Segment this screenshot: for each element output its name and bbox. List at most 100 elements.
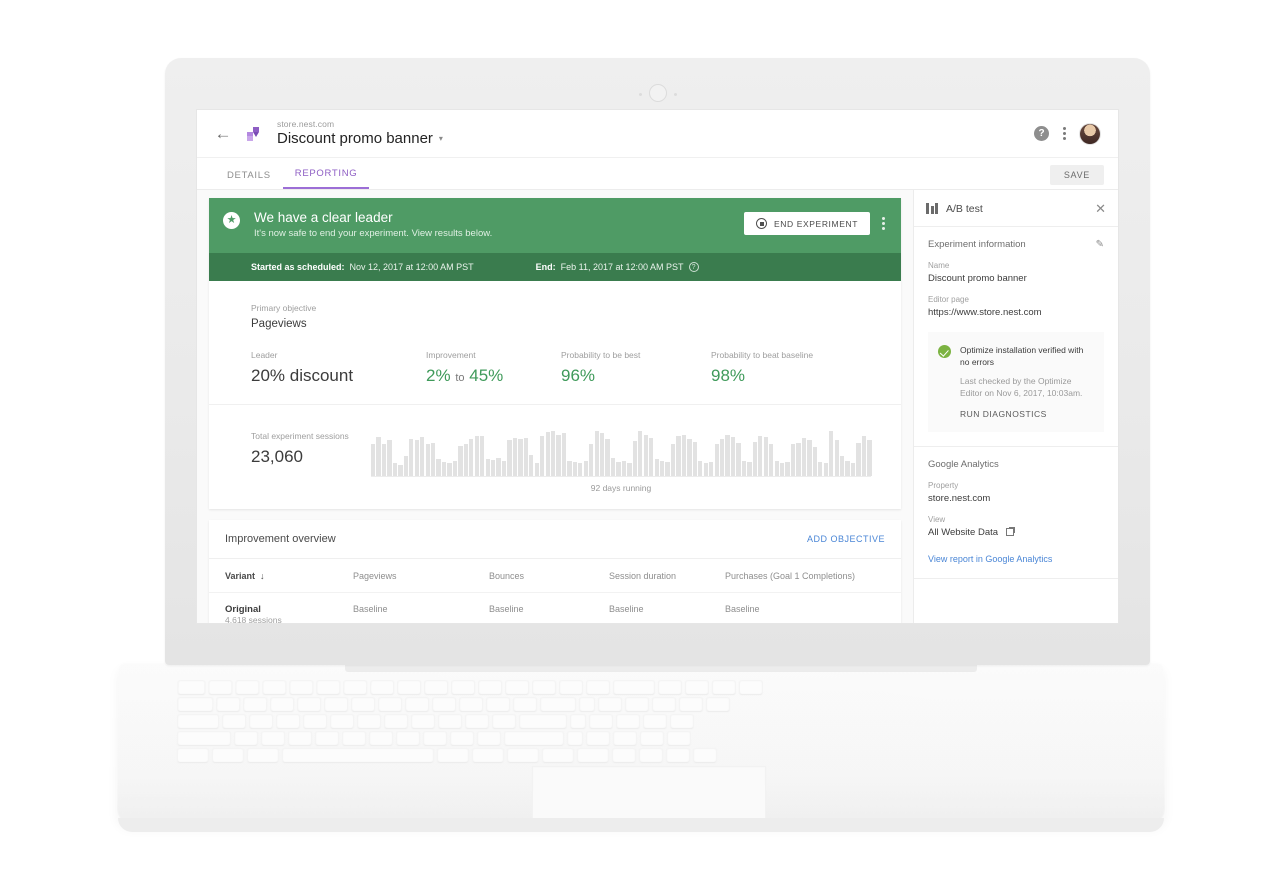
metric-prob-best-label: Probability to be best	[561, 350, 641, 360]
end-experiment-label: END EXPERIMENT	[774, 218, 858, 229]
screen: ← store.nest.com Discount promo banner ▾	[197, 110, 1118, 623]
bar-58	[681, 435, 687, 476]
app-bar-actions: ?	[1034, 123, 1104, 144]
sessions-label: Total experiment sessions	[251, 431, 349, 441]
help-icon[interactable]: ?	[1034, 126, 1049, 141]
keyboard-key	[567, 732, 583, 745]
result-subheading: It's now safe to end your experiment. Vi…	[254, 228, 493, 239]
back-arrow-icon[interactable]: ←	[211, 124, 235, 144]
metric-leader-label: Leader	[251, 350, 278, 360]
page-title[interactable]: Discount promo banner ▾	[277, 130, 443, 147]
end-experiment-button[interactable]: END EXPERIMENT	[744, 212, 870, 235]
table-row[interactable]: Original 4,618 sessions Baseline Baselin…	[209, 593, 901, 623]
run-diagnostics-button[interactable]: RUN DIAGNOSTICS	[960, 409, 1092, 419]
keyboard-key	[639, 748, 663, 763]
metric-row: Leader 20% discount Improvement 2% to 45…	[251, 350, 885, 386]
sessions-summary: Total experiment sessions 23,060	[251, 425, 371, 467]
keyboard-key	[315, 732, 339, 745]
edit-pencil-icon[interactable]: ✎	[1096, 239, 1104, 250]
bar-64	[714, 444, 719, 476]
keyboard-key	[487, 698, 510, 712]
bar-10	[420, 437, 425, 476]
editor-page-value: https://www.store.nest.com	[928, 307, 1042, 318]
schedule-end-value: Feb 11, 2017 at 12:00 AM PST	[560, 262, 684, 272]
experiment-information-section: Experiment information ✎ Name Discount p…	[914, 227, 1118, 448]
keyboard-key	[439, 715, 462, 729]
installation-headline: Optimize installation verified with no e…	[960, 345, 1084, 368]
chevron-down-icon: ▾	[438, 133, 443, 143]
keyboard-key	[352, 698, 375, 712]
keyboard-key	[641, 732, 664, 745]
keyboard-key	[433, 698, 456, 712]
keyboard-key	[670, 715, 693, 729]
add-objective-button[interactable]: ADD OBJECTIVE	[807, 534, 885, 544]
installation-status-text: Optimize installation verified with no e…	[960, 344, 1092, 419]
editor-page-label: Editor page	[928, 295, 969, 304]
bar-6	[398, 464, 403, 476]
column-header-bounces[interactable]: Bounces	[489, 571, 609, 581]
improvement-separator: to	[455, 372, 465, 384]
laptop-lid: ← store.nest.com Discount promo banner ▾	[165, 58, 1150, 665]
save-button[interactable]: SAVE	[1049, 165, 1104, 185]
column-header-session-duration[interactable]: Session duration	[609, 571, 725, 581]
open-external-icon[interactable]	[1005, 527, 1015, 537]
keyboard-key	[271, 698, 294, 712]
bar-11	[425, 444, 430, 476]
bar-40	[583, 460, 588, 476]
keyboard-key	[342, 732, 366, 745]
keyboard-key	[247, 748, 278, 763]
keyboard-key	[177, 732, 231, 745]
keyboard-key	[586, 732, 610, 745]
bar-57	[676, 436, 681, 476]
bar-51	[643, 435, 648, 476]
table-header-row: Variant ↓ Pageviews Bounces Session dura…	[209, 559, 901, 593]
metric-prob-best-value: 96%	[561, 366, 596, 385]
improvement-high: 45%	[469, 366, 504, 385]
column-header-purchases[interactable]: Purchases (Goal 1 Completions)	[725, 571, 885, 581]
keyboard-key	[450, 732, 474, 745]
keyboard-key	[667, 732, 691, 745]
app-bar: ← store.nest.com Discount promo banner ▾	[197, 110, 1118, 158]
view-report-link[interactable]: View report in Google Analytics	[928, 554, 1104, 564]
result-card: We have a clear leader It's now safe to …	[209, 198, 901, 509]
bar-81	[807, 440, 812, 476]
improvement-low: 2%	[426, 366, 451, 385]
bar-52	[649, 438, 654, 476]
banner-overflow-menu-icon[interactable]	[882, 217, 885, 230]
schedule-help-icon[interactable]: ?	[688, 262, 699, 272]
metrics-section: Primary objective Pageviews Leader 20% d…	[209, 281, 901, 405]
bar-54	[660, 460, 665, 476]
keyboard-key	[614, 681, 654, 695]
bar-31	[534, 462, 539, 476]
bar-9	[414, 440, 419, 476]
metric-prob-baseline: Probability to beat baseline 98%	[711, 350, 813, 386]
view-value-row: All Website Data	[928, 527, 1104, 538]
column-header-variant[interactable]: Variant ↓	[225, 571, 353, 581]
bar-70	[747, 461, 752, 476]
keyboard-key	[298, 698, 321, 712]
metric-prob-baseline-label: Probability to beat baseline	[711, 350, 814, 360]
overflow-menu-icon[interactable]	[1063, 127, 1066, 140]
body-area: We have a clear leader It's now safe to …	[197, 190, 1118, 623]
bar-60	[692, 442, 697, 476]
bar-20	[474, 436, 479, 476]
bar-84	[823, 462, 828, 476]
tab-details[interactable]: DETAILS	[215, 170, 283, 189]
keyboard-key	[667, 748, 690, 763]
laptop-base-foot	[118, 818, 1164, 832]
close-icon[interactable]: ✕	[1095, 202, 1106, 215]
bar-80	[801, 438, 807, 476]
keyboard-key	[234, 732, 258, 745]
keyboard-key	[477, 732, 501, 745]
bar-50	[638, 431, 643, 476]
keyboard-key	[325, 698, 348, 712]
column-header-pageviews[interactable]: Pageviews	[353, 571, 489, 581]
avatar[interactable]	[1080, 123, 1100, 144]
installation-status-box: Optimize installation verified with no e…	[928, 332, 1104, 433]
bar-19	[469, 439, 474, 476]
site-name: store.nest.com	[277, 118, 335, 129]
tab-reporting[interactable]: REPORTING	[282, 168, 370, 189]
column-header-variant-label: Variant	[225, 571, 256, 581]
keyboard-row-0	[178, 681, 762, 695]
bar-27	[512, 438, 518, 476]
